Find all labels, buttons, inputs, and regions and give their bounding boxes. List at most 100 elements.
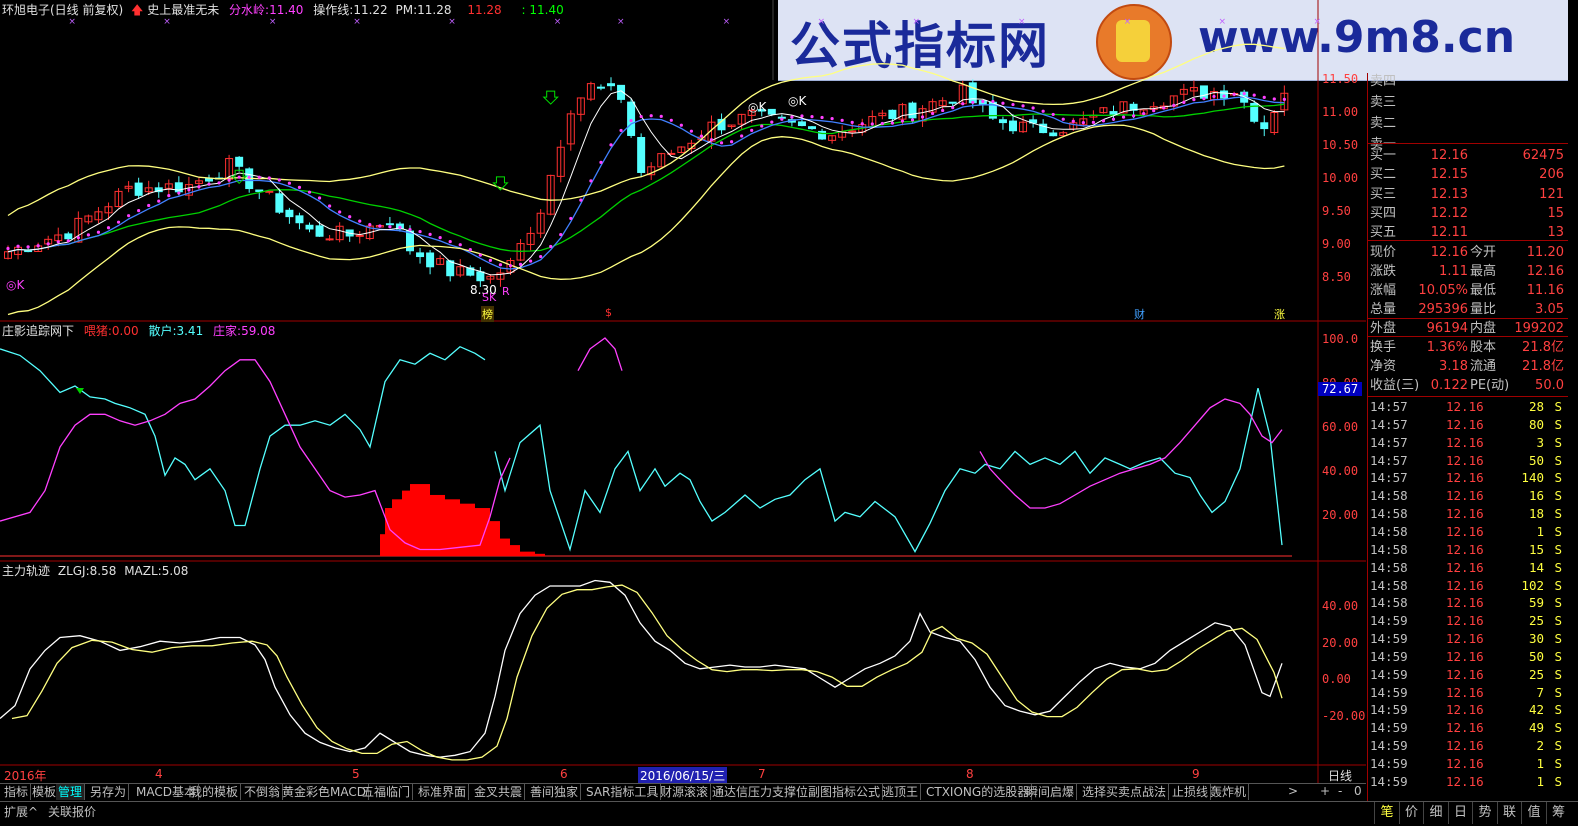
indicator-tab[interactable]: 黄金彩色MACD xyxy=(280,784,369,800)
stat-value: 3.05 xyxy=(1535,302,1564,317)
indicator-tab[interactable]: 我的模板 xyxy=(188,784,242,800)
tick-price: 12.16 xyxy=(1446,738,1484,754)
trend-dot xyxy=(418,229,422,234)
stat-row[interactable]: 净资 3.18 流通 21.8亿 xyxy=(1370,358,1568,376)
tick-price: 12.16 xyxy=(1446,773,1484,789)
indicator-tab[interactable]: 轰炸机 xyxy=(1208,784,1250,800)
tick-row[interactable]: 14:58 12.16 1 S xyxy=(1370,523,1568,541)
tick-volume: 59 xyxy=(1528,595,1544,611)
sub2-name[interactable]: 主力轨迹 xyxy=(2,564,50,578)
panel-view-button[interactable]: 价 xyxy=(1398,802,1424,824)
tick-row[interactable]: 14:57 12.16 28 S xyxy=(1370,398,1568,416)
sell-row[interactable]: 卖二 xyxy=(1370,115,1568,133)
chart-svg[interactable]: × × × × × × × × × × × × × × xyxy=(0,0,1366,783)
stat-row[interactable]: 换手 1.36% 股本 21.8亿 xyxy=(1370,339,1568,357)
sub1-name[interactable]: 庄影追踪网下 xyxy=(2,324,74,338)
period-label[interactable]: 日线 xyxy=(1328,767,1352,784)
stat-row[interactable]: 收益(三) 0.122 PE(动) 50.0 xyxy=(1370,377,1568,395)
trend-dot xyxy=(810,114,814,119)
tick-row[interactable]: 14:59 12.16 7 S xyxy=(1370,684,1568,702)
tick-row[interactable]: 14:57 12.16 80 S xyxy=(1370,416,1568,434)
tick-price: 12.16 xyxy=(1446,631,1484,647)
candle-body xyxy=(275,193,284,213)
tick-row[interactable]: 14:58 12.16 102 S xyxy=(1370,577,1568,595)
buy-row[interactable]: 买二 12.15 206 xyxy=(1370,166,1568,184)
indicator-tab[interactable]: 金叉共震 xyxy=(472,784,526,800)
stat-value: 21.8亿 xyxy=(1522,359,1564,374)
zoom-in-button[interactable]: + xyxy=(1320,784,1330,798)
trend-dot xyxy=(740,134,744,138)
indicator-tab[interactable]: 指标 xyxy=(2,784,32,800)
signal-x-mark: × xyxy=(1124,17,1132,27)
panel-view-button[interactable]: 细 xyxy=(1423,802,1448,824)
panel-view-button[interactable]: 值 xyxy=(1521,802,1546,824)
stat-row[interactable]: 涨幅 10.05% 最低 11.16 xyxy=(1370,282,1568,300)
indicator-tab[interactable]: 止损线 xyxy=(1170,784,1212,800)
tick-row[interactable]: 14:59 12.16 25 S xyxy=(1370,666,1568,684)
tick-time: 14:58 xyxy=(1370,488,1408,504)
stat-row[interactable]: 现价 12.16 今开 11.20 xyxy=(1370,244,1568,262)
indicator-tab[interactable]: 选择买卖点战法 xyxy=(1080,784,1170,800)
indicator-tab[interactable]: 五福临门 xyxy=(360,784,414,800)
indicator-tab[interactable]: 标准界面 xyxy=(416,784,470,800)
indicator-tab[interactable]: 善间独家 xyxy=(528,784,582,800)
indicator-tab[interactable]: 模板 xyxy=(30,784,60,800)
tick-row[interactable]: 14:57 12.16 3 S xyxy=(1370,434,1568,452)
tab-scroll-right-button[interactable]: > xyxy=(1288,784,1298,798)
buy-row[interactable]: 买四 12.12 15 xyxy=(1370,205,1568,223)
tick-row[interactable]: 14:58 12.16 15 S xyxy=(1370,541,1568,559)
indicator-tab[interactable]: 管理 xyxy=(56,784,86,800)
tick-row[interactable]: 14:59 12.16 2 S xyxy=(1370,737,1568,755)
indicator-tab[interactable]: 通达信压力支撑位副图指标公式 xyxy=(710,784,884,800)
indicator-tab[interactable]: 逃顶王 xyxy=(880,784,922,800)
tick-time: 14:59 xyxy=(1370,702,1408,718)
panel-view-button[interactable]: 势 xyxy=(1472,802,1497,824)
buy-row[interactable]: 买一 12.16 62475 xyxy=(1370,147,1568,165)
bang-mark[interactable]: 榜 xyxy=(481,306,494,322)
panel-view-button[interactable]: 筹 xyxy=(1545,802,1571,824)
tick-row[interactable]: 14:59 12.16 1 S xyxy=(1370,773,1568,791)
indicator-tab[interactable]: 瞬间启爆 xyxy=(1024,784,1078,800)
tick-price: 12.16 xyxy=(1446,666,1484,682)
buy-row[interactable]: 买三 12.13 121 xyxy=(1370,186,1568,204)
trend-dot xyxy=(1212,94,1216,99)
expand-tab[interactable]: 扩展^ xyxy=(4,804,38,820)
trend-dot xyxy=(559,232,563,237)
reset-button[interactable]: 0 xyxy=(1354,784,1362,798)
tick-row[interactable]: 14:58 12.16 16 S xyxy=(1370,487,1568,505)
stat-value: 295396 xyxy=(1418,302,1468,317)
trend-dot xyxy=(328,204,332,208)
tick-side: S xyxy=(1554,577,1562,593)
stat-row[interactable]: 涨跌 1.11 最高 12.16 xyxy=(1370,263,1568,281)
tick-row[interactable]: 14:59 12.16 50 S xyxy=(1370,648,1568,666)
tick-row[interactable]: 14:59 12.16 42 S xyxy=(1370,701,1568,719)
indicator-tab[interactable]: CTXIONG的选股器 xyxy=(924,784,1033,800)
indicator-tab[interactable]: 财源滚滚 xyxy=(658,784,712,800)
sell-row[interactable]: 卖四 xyxy=(1370,73,1568,91)
tick-row[interactable]: 14:58 12.16 18 S xyxy=(1370,505,1568,523)
sell-row[interactable]: 卖三 xyxy=(1370,94,1568,112)
trend-dot xyxy=(217,181,221,185)
tick-row[interactable]: 14:58 12.16 14 S xyxy=(1370,559,1568,577)
tick-row[interactable]: 14:59 12.16 25 S xyxy=(1370,612,1568,630)
tick-row[interactable]: 14:58 12.16 59 S xyxy=(1370,594,1568,612)
tick-row[interactable]: 14:59 12.16 1 S xyxy=(1370,755,1568,773)
tick-row[interactable]: 14:59 12.16 49 S xyxy=(1370,719,1568,737)
panel-view-button[interactable]: 日 xyxy=(1447,802,1473,824)
trend-dot xyxy=(629,119,633,123)
panel-view-button[interactable]: 笔 xyxy=(1374,802,1399,824)
zhang-mark[interactable]: 涨 xyxy=(1274,306,1285,322)
trend-dot xyxy=(730,140,734,144)
tick-row[interactable]: 14:59 12.16 30 S xyxy=(1370,630,1568,648)
indicator-tab[interactable]: 另存为 xyxy=(88,784,130,800)
dollar-mark[interactable]: $ xyxy=(605,306,612,319)
indicator-tab[interactable]: SAR指标工具 xyxy=(584,784,662,800)
cai-mark[interactable]: 财 xyxy=(1134,306,1145,322)
stat-row[interactable]: 总量 295396 量比 3.05 xyxy=(1370,301,1568,319)
related-quote-tab[interactable]: 关联报价 xyxy=(48,804,96,820)
tick-row[interactable]: 14:57 12.16 140 S xyxy=(1370,469,1568,487)
tick-row[interactable]: 14:57 12.16 50 S xyxy=(1370,452,1568,470)
indicator-tab[interactable]: 不倒翁 xyxy=(242,784,284,800)
zoom-out-button[interactable]: - xyxy=(1338,784,1342,798)
panel-view-button[interactable]: 联 xyxy=(1496,802,1522,824)
